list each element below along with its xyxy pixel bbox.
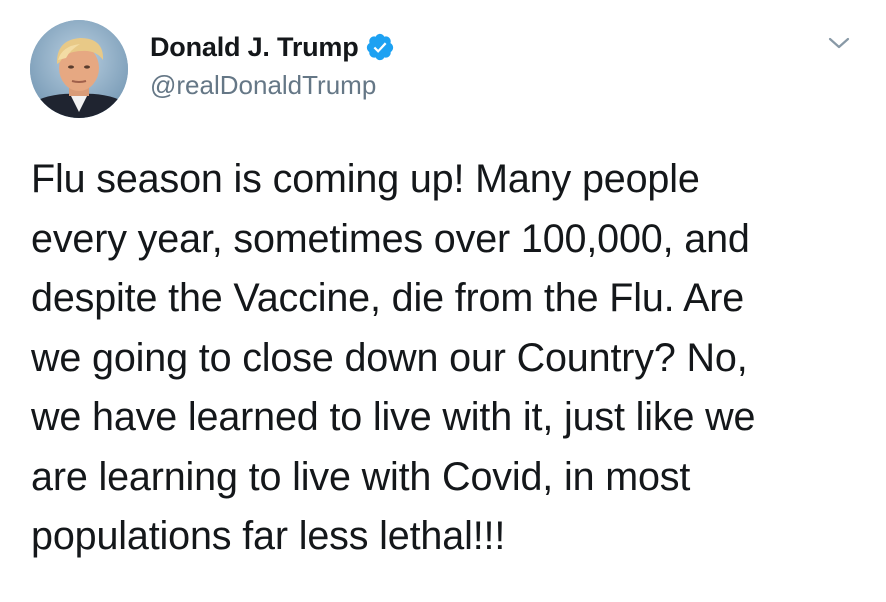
tweet-text-line: are learning to live with Covid, in most [31, 454, 691, 499]
tweet-text-line: despite the Vaccine, die from the Flu. A… [31, 276, 745, 320]
tweet-text: Flu season is coming up! Many people ever… [31, 150, 861, 567]
tweet-text-line: populations far less lethal!!! [31, 514, 506, 558]
verified-badge-icon [365, 32, 395, 62]
tweet-text-line: every year, sometimes over 100,000, and [31, 216, 750, 261]
author-name[interactable]: Donald J. Trump [150, 32, 359, 63]
tweet-card: Donald J. Trump @realDonaldTrump Flu sea… [0, 0, 886, 602]
avatar-image [30, 20, 128, 118]
author-avatar[interactable] [30, 20, 128, 118]
author-name-row[interactable]: Donald J. Trump [150, 30, 395, 64]
chevron-down-icon[interactable] [826, 32, 852, 54]
tweet-text-line: Flu season is coming up! Many people [31, 157, 700, 201]
author-handle[interactable]: @realDonaldTrump [150, 70, 376, 101]
tweet-text-line: we have learned to live with it, just li… [31, 395, 756, 439]
tweet-text-line: we going to close down our Country? No, [31, 335, 748, 380]
